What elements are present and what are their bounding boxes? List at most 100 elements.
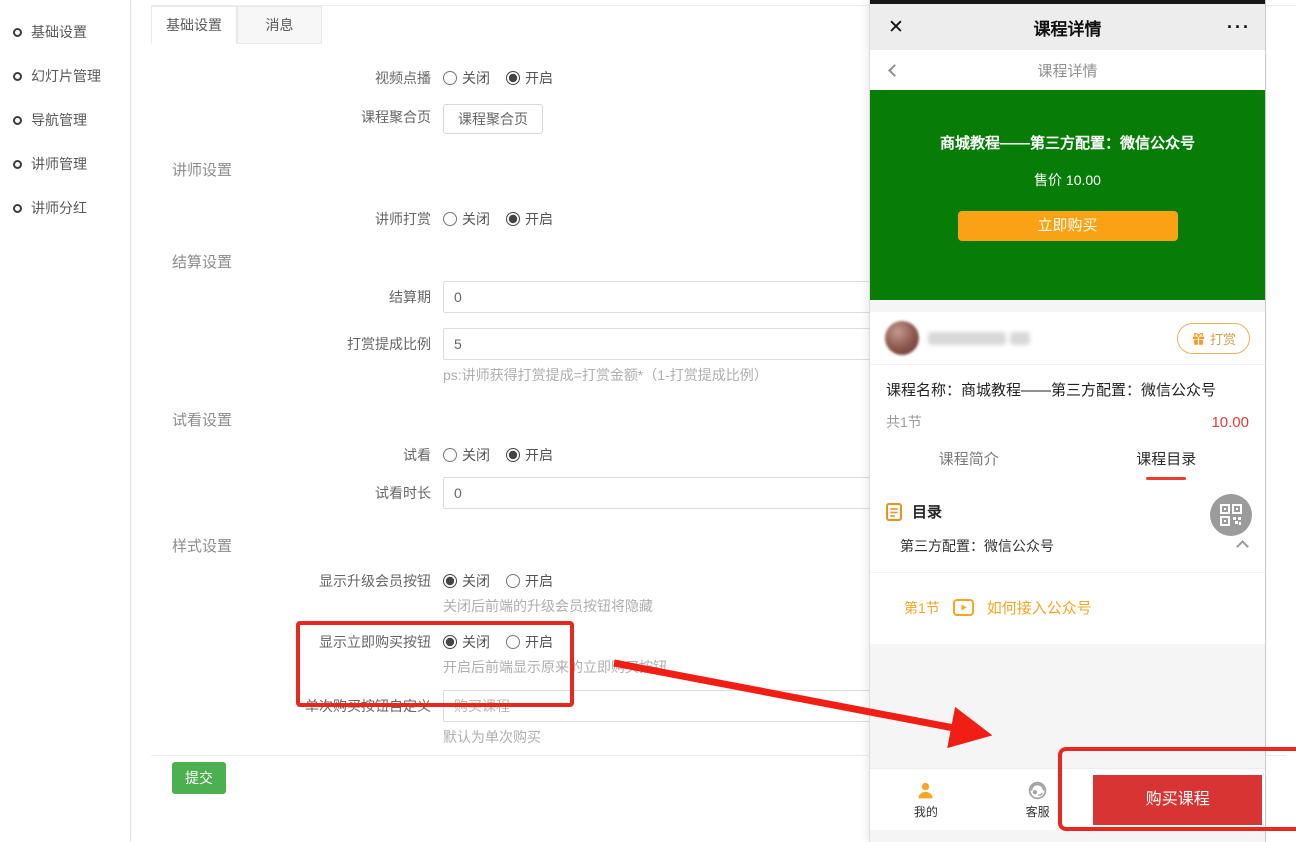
radio-on-input[interactable] bbox=[506, 71, 520, 85]
field-label: 讲师打赏 bbox=[151, 209, 443, 229]
chapter-row[interactable]: 第三方配置：微信公众号 bbox=[870, 536, 1265, 573]
buy-now-button[interactable]: 立即购买 bbox=[958, 211, 1178, 241]
sidebar-item-lecturer-dividend[interactable]: 讲师分红 bbox=[0, 186, 130, 230]
tabbar-mine[interactable]: 我的 bbox=[870, 780, 982, 820]
field-label: 显示立即购买按钮 bbox=[151, 632, 443, 652]
author-name-blurred bbox=[928, 332, 1006, 345]
submit-button[interactable]: 提交 bbox=[172, 762, 226, 794]
course-meta: 共1节 10.00 bbox=[870, 412, 1265, 432]
radio-on-input[interactable] bbox=[506, 574, 520, 588]
radio-option-on[interactable]: 开启 bbox=[506, 571, 553, 591]
spacer bbox=[870, 300, 1265, 312]
field-label: 结算期 bbox=[151, 281, 443, 313]
radio-option-off[interactable]: 关闭 bbox=[443, 68, 490, 88]
radio-label: 关闭 bbox=[462, 445, 490, 465]
radio-option-on[interactable]: 开启 bbox=[506, 209, 553, 229]
page-root: 基础设置 幻灯片管理 导航管理 讲师管理 讲师分红 基础设置 消息 视频点播 bbox=[0, 0, 1296, 842]
radio-option-on[interactable]: 开启 bbox=[506, 68, 553, 88]
circle-icon bbox=[13, 204, 22, 213]
empty-area bbox=[870, 644, 1265, 768]
field-label: 打赏提成比例 bbox=[151, 328, 443, 360]
aggregation-page-button[interactable]: 课程聚合页 bbox=[443, 104, 543, 134]
reward-button-label: 打赏 bbox=[1210, 329, 1236, 348]
radio-label: 开启 bbox=[525, 209, 553, 229]
tabbar-service[interactable]: 客服 bbox=[982, 780, 1094, 820]
field-label: 视频点播 bbox=[151, 68, 443, 88]
wechat-titlebar: ✕ 课程详情 ··· bbox=[870, 4, 1265, 50]
headset-icon bbox=[1027, 780, 1048, 801]
author-name-blurred bbox=[1010, 332, 1030, 345]
chapter-title: 第三方配置：微信公众号 bbox=[900, 536, 1054, 556]
tab-message[interactable]: 消息 bbox=[237, 6, 322, 44]
avatar bbox=[885, 321, 919, 355]
phone-preview: ✕ 课程详情 ··· 课程详情 商城教程——第三方配置：微信公众号 售价 10.… bbox=[869, 0, 1266, 842]
field-label: 试看 bbox=[151, 445, 443, 465]
circle-icon bbox=[13, 116, 22, 125]
lesson-title: 如何接入公众号 bbox=[987, 597, 1092, 618]
page-navbar: 课程详情 bbox=[870, 50, 1265, 90]
sidebar-item-label: 基础设置 bbox=[31, 22, 87, 42]
radio-on-input[interactable] bbox=[506, 212, 520, 226]
radio-off-input[interactable] bbox=[443, 635, 457, 649]
course-name: 课程名称：商城教程——第三方配置：微信公众号 bbox=[870, 379, 1265, 400]
field-label: 显示升级会员按钮 bbox=[151, 571, 443, 591]
course-detail-body: 打赏 课程名称：商城教程——第三方配置：微信公众号 共1节 10.00 课程简介… bbox=[870, 312, 1265, 644]
course-banner: 商城教程——第三方配置：微信公众号 售价 10.00 立即购买 bbox=[870, 90, 1265, 300]
sidebar-item-lecturers[interactable]: 讲师管理 bbox=[0, 142, 130, 186]
field-label: 单次购买按钮自定义 bbox=[151, 690, 443, 722]
tabbar-label: 客服 bbox=[1026, 803, 1050, 820]
catalog-header-label: 目录 bbox=[912, 501, 942, 522]
phone-footer bbox=[870, 830, 1265, 842]
radio-off-input[interactable] bbox=[443, 448, 457, 462]
radio-option-off[interactable]: 关闭 bbox=[443, 209, 490, 229]
sidebar: 基础设置 幻灯片管理 导航管理 讲师管理 讲师分红 bbox=[0, 0, 131, 842]
radio-option-off[interactable]: 关闭 bbox=[443, 571, 490, 591]
author-card: 打赏 bbox=[870, 312, 1265, 365]
gift-icon bbox=[1191, 331, 1206, 346]
radio-label: 开启 bbox=[525, 445, 553, 465]
titlebar-title: 课程详情 bbox=[870, 15, 1265, 40]
radio-option-off[interactable]: 关闭 bbox=[443, 632, 490, 652]
radio-label: 关闭 bbox=[462, 632, 490, 652]
active-tab-underline bbox=[1146, 477, 1186, 480]
field-label: 试看时长 bbox=[151, 477, 443, 509]
sidebar-item-navigation[interactable]: 导航管理 bbox=[0, 98, 130, 142]
qr-code-glyph bbox=[1220, 504, 1242, 526]
sidebar-item-label: 幻灯片管理 bbox=[31, 66, 101, 86]
banner-price: 售价 10.00 bbox=[870, 170, 1265, 190]
tab-course-catalog[interactable]: 课程目录 bbox=[1068, 448, 1266, 480]
radio-label: 关闭 bbox=[462, 571, 490, 591]
bottom-tabbar: 我的 客服 购买课程 bbox=[870, 768, 1265, 830]
radio-on-input[interactable] bbox=[506, 448, 520, 462]
radio-label: 关闭 bbox=[462, 209, 490, 229]
sidebar-item-slides[interactable]: 幻灯片管理 bbox=[0, 54, 130, 98]
circle-icon bbox=[13, 28, 22, 37]
reward-button[interactable]: 打赏 bbox=[1177, 323, 1250, 354]
radio-label: 开启 bbox=[525, 68, 553, 88]
radio-off-input[interactable] bbox=[443, 71, 457, 85]
tab-course-intro[interactable]: 课程简介 bbox=[870, 448, 1068, 480]
radio-option-on[interactable]: 开启 bbox=[506, 445, 553, 465]
circle-icon bbox=[13, 160, 22, 169]
play-video-icon bbox=[953, 599, 974, 616]
radio-on-input[interactable] bbox=[506, 635, 520, 649]
radio-off-input[interactable] bbox=[443, 212, 457, 226]
navbar-title: 课程详情 bbox=[870, 60, 1265, 81]
radio-label: 开启 bbox=[525, 632, 553, 652]
radio-label: 开启 bbox=[525, 571, 553, 591]
buy-course-button[interactable]: 购买课程 bbox=[1093, 775, 1262, 825]
lesson-item[interactable]: 第1节 如何接入公众号 bbox=[870, 597, 1265, 618]
qr-code-icon[interactable] bbox=[1210, 494, 1252, 536]
tab-label: 课程简介 bbox=[939, 451, 999, 468]
lesson-count: 共1节 bbox=[886, 412, 922, 432]
radio-option-on[interactable]: 开启 bbox=[506, 632, 553, 652]
chevron-up-icon[interactable] bbox=[1236, 540, 1249, 553]
field-label: 课程聚合页 bbox=[151, 104, 443, 130]
sidebar-item-basic-settings[interactable]: 基础设置 bbox=[0, 10, 130, 54]
tab-basic-settings[interactable]: 基础设置 bbox=[151, 6, 237, 44]
tab-label: 课程目录 bbox=[1136, 451, 1196, 468]
radio-off-input[interactable] bbox=[443, 574, 457, 588]
radio-label: 关闭 bbox=[462, 68, 490, 88]
course-tabs: 课程简介 课程目录 bbox=[870, 448, 1265, 480]
radio-option-off[interactable]: 关闭 bbox=[443, 445, 490, 465]
